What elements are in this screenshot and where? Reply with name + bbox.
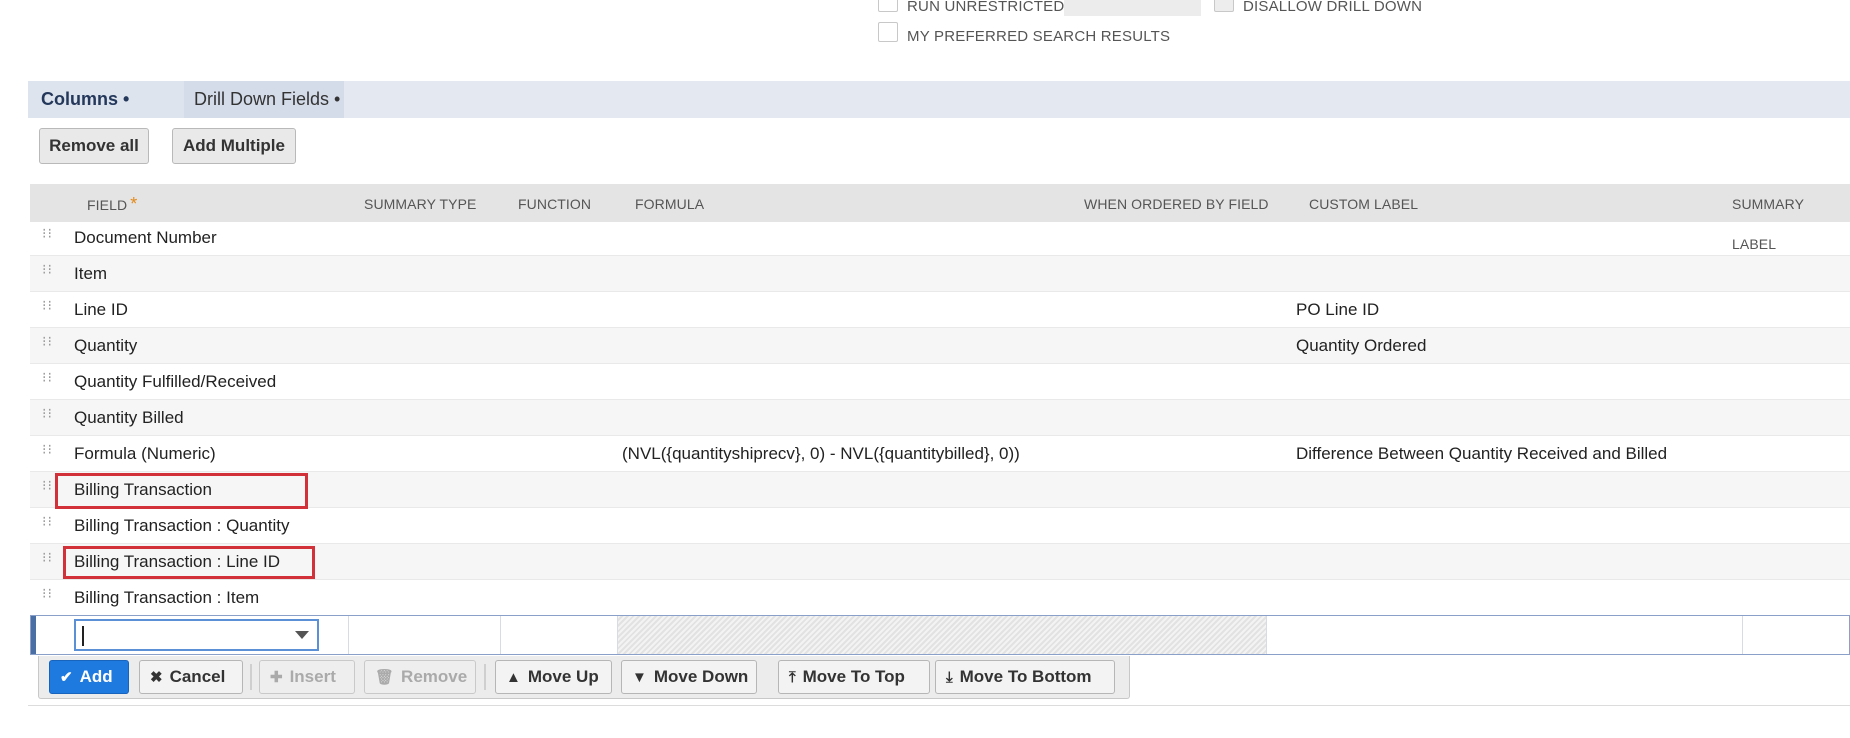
field-cell: Document Number — [74, 228, 217, 247]
table-row[interactable]: ⁝⁝ Quantity Billed — [30, 400, 1850, 436]
tab-drill-down-fields[interactable]: Drill Down Fields • — [184, 81, 344, 118]
arrow-to-top-icon: ⤒ — [789, 668, 796, 686]
table-row[interactable]: ⁝⁝ Quantity Quantity Ordered — [30, 328, 1850, 364]
table-bottom-border — [28, 705, 1850, 706]
field-cell: Item — [74, 264, 108, 283]
my-preferred-search-results-label: MY PREFERRED SEARCH RESULTS — [907, 28, 1171, 45]
toolbar-divider — [250, 664, 252, 690]
formula-cell: (NVL({quantityshiprecv}, 0) - NVL({quant… — [622, 444, 1020, 463]
required-indicator: * — [130, 194, 138, 214]
column-header-summary-type[interactable]: SUMMARY TYPE — [364, 184, 476, 222]
table-row[interactable]: ⁝⁝ Quantity Fulfilled/Received — [30, 364, 1850, 400]
x-icon: ✖ — [150, 669, 163, 686]
remove-all-button[interactable]: Remove all — [39, 128, 149, 164]
field-cell: Line ID — [74, 300, 128, 319]
cancel-button-label: Cancel — [169, 667, 226, 686]
insert-button-label: Insert — [289, 667, 336, 686]
move-down-button-label: Move Down — [653, 667, 749, 686]
column-header-field-label: FIELD — [87, 197, 128, 213]
tab-columns[interactable]: Columns • — [28, 81, 184, 118]
run-unrestricted-label: RUN UNRESTRICTED — [907, 0, 1065, 15]
chevron-down-icon[interactable] — [295, 631, 309, 639]
field-cell: Billing Transaction : Item — [74, 588, 260, 607]
column-header-function[interactable]: FUNCTION — [518, 184, 591, 222]
custom-label-cell: Quantity Ordered — [1296, 336, 1427, 355]
custom-label-cell: Difference Between Quantity Received and… — [1296, 444, 1668, 463]
highlight-billing-transaction-line-id — [63, 546, 315, 579]
move-down-button[interactable]: ▼ Move Down — [621, 660, 757, 694]
insert-button[interactable]: ✚ Insert — [259, 660, 355, 694]
highlight-billing-transaction — [55, 473, 308, 509]
summary-type-cell-editor[interactable] — [349, 616, 501, 654]
move-to-top-button[interactable]: ⤒ Move To Top — [778, 660, 930, 694]
formula-cell-disabled — [618, 616, 1267, 654]
cancel-button[interactable]: ✖ Cancel — [139, 660, 243, 694]
move-up-button[interactable]: ▲ Move Up — [495, 660, 612, 694]
text-cursor — [82, 626, 84, 646]
summary-label-cell-editor[interactable] — [1743, 616, 1849, 654]
subtab-bar: Columns • Drill Down Fields • — [28, 81, 1850, 118]
my-preferred-search-results-checkbox[interactable] — [878, 22, 898, 42]
field-cell: Quantity Billed — [74, 408, 184, 427]
drag-handle-icon[interactable]: ⁝⁝ — [42, 550, 52, 570]
drag-handle-icon[interactable]: ⁝⁝ — [42, 586, 52, 606]
field-cell: Formula (Numeric) — [74, 444, 216, 463]
field-cell: Quantity Fulfilled/Received — [74, 372, 277, 391]
table-row[interactable]: ⁝⁝ Item — [30, 256, 1850, 292]
move-to-bottom-button-label: Move To Bottom — [959, 667, 1092, 686]
drag-handle-icon[interactable]: ⁝⁝ — [42, 262, 52, 282]
drag-handle-icon[interactable]: ⁝⁝ — [42, 334, 52, 354]
arrow-down-icon: ▼ — [632, 668, 647, 686]
field-cell: Quantity — [74, 336, 138, 355]
column-header-formula[interactable]: FORMULA — [635, 184, 704, 222]
add-button[interactable]: ✔ Add — [49, 660, 129, 694]
table-row[interactable]: ⁝⁝ Formula (Numeric) (NVL({quantityshipr… — [30, 436, 1850, 472]
disallow-drill-down-label: DISALLOW DRILL DOWN — [1243, 0, 1423, 15]
trash-icon: 🗑 — [375, 669, 395, 686]
table-row[interactable]: ⁝⁝ Document Number — [30, 220, 1850, 256]
field-select[interactable] — [74, 619, 319, 651]
drag-handle-icon[interactable]: ⁝⁝ — [42, 406, 52, 426]
remove-button-label: Remove — [401, 667, 468, 686]
table-row[interactable]: ⁝⁝ Billing Transaction : Item — [30, 580, 1850, 616]
drag-handle-icon[interactable]: ⁝⁝ — [42, 442, 52, 462]
column-header-when-ordered-by-field[interactable]: WHEN ORDERED BY FIELD — [1084, 184, 1269, 222]
move-to-top-button-label: Move To Top — [802, 667, 905, 686]
toolbar-divider — [484, 664, 486, 690]
column-header-custom-label[interactable]: CUSTOM LABEL — [1309, 184, 1418, 222]
drag-handle-icon[interactable]: ⁝⁝ — [42, 478, 52, 498]
disabled-field — [1064, 0, 1201, 16]
drag-handle-icon[interactable]: ⁝⁝ — [42, 298, 52, 318]
field-cell: Billing Transaction : Quantity — [74, 516, 290, 535]
table-row[interactable]: ⁝⁝ Billing Transaction : Quantity — [30, 508, 1850, 544]
remove-button[interactable]: 🗑 Remove — [364, 660, 476, 694]
move-up-button-label: Move Up — [527, 667, 599, 686]
arrow-up-icon: ▲ — [506, 668, 521, 686]
add-button-label: Add — [79, 667, 113, 686]
drag-handle-icon[interactable]: ⁝⁝ — [42, 370, 52, 390]
function-cell-editor[interactable] — [501, 616, 618, 654]
row-toolbar: ✔ Add ✖ Cancel ✚ Insert 🗑 Remove ▲ Move Up ▼ M… — [38, 656, 1130, 699]
plus-icon: ✚ — [270, 669, 283, 686]
custom-label-cell: PO Line ID — [1296, 300, 1380, 319]
run-unrestricted-checkbox[interactable] — [878, 0, 898, 12]
table-row[interactable]: ⁝⁝ Line ID PO Line ID — [30, 292, 1850, 328]
column-header-field[interactable]: FIELD * — [87, 184, 137, 222]
move-to-bottom-button[interactable]: ⤓ Move To Bottom — [935, 660, 1115, 694]
drag-handle-icon[interactable]: ⁝⁝ — [42, 226, 52, 246]
table-header: FIELD * SUMMARY TYPE FUNCTION FORMULA WHE… — [30, 184, 1850, 252]
drag-handle-icon[interactable]: ⁝⁝ — [42, 514, 52, 534]
new-row-editor[interactable] — [30, 615, 1850, 655]
arrow-to-bottom-icon: ⤓ — [946, 668, 953, 686]
checkmark-icon: ✔ — [60, 669, 73, 686]
disallow-drill-down-checkbox[interactable] — [1214, 0, 1234, 12]
add-multiple-button[interactable]: Add Multiple — [172, 128, 296, 164]
column-header-summary-label[interactable]: SUMMARY LABEL — [1732, 184, 1850, 252]
custom-label-cell-editor[interactable] — [1291, 616, 1743, 654]
